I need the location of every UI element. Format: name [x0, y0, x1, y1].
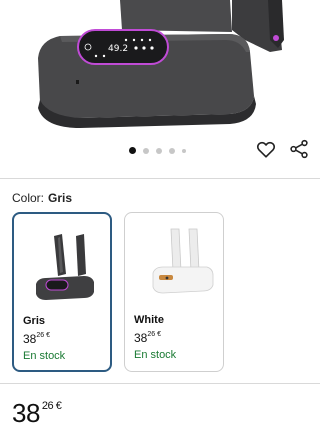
- section-divider: [0, 383, 320, 384]
- variant-price: 3826 €: [23, 332, 50, 346]
- share-icon: [290, 139, 308, 159]
- variant-stock-status: En stock: [134, 349, 177, 361]
- section-divider: [0, 178, 320, 179]
- product-image[interactable]: 49.2: [0, 0, 320, 135]
- carousel-pagination[interactable]: [129, 147, 186, 154]
- share-button[interactable]: [288, 138, 310, 160]
- carousel-dot[interactable]: [156, 147, 162, 154]
- variant-card-white[interactable]: White 3826 € En stock: [124, 212, 224, 372]
- variant-stock-status: En stock: [23, 350, 66, 362]
- color-selected-value: Gris: [48, 191, 73, 205]
- price-cents: 26 €: [41, 400, 62, 412]
- carousel-dot[interactable]: [182, 148, 186, 153]
- variant-price-cents: 26 €: [147, 331, 161, 338]
- variant-name: White: [134, 314, 164, 326]
- carousel-dot[interactable]: [129, 147, 136, 154]
- variant-thumbnail-white: [152, 228, 214, 294]
- variant-price-int: 38: [23, 332, 37, 346]
- color-selector-label: Color: Gris: [12, 191, 72, 205]
- product-price: 38 26 €: [12, 398, 62, 429]
- display-readout: 49.2: [108, 44, 128, 54]
- variant-price: 3826 €: [134, 331, 161, 345]
- carousel-dot[interactable]: [143, 147, 149, 154]
- product-image-svg: 49.2: [38, 0, 284, 128]
- variant-thumbnail-gris: [36, 234, 94, 300]
- wishlist-button[interactable]: [255, 138, 277, 160]
- heart-outline-icon: [256, 141, 276, 158]
- variant-price-int: 38: [134, 331, 148, 345]
- price-integer: 38: [12, 398, 40, 428]
- color-label: Color:: [12, 191, 45, 205]
- variant-price-cents: 26 €: [36, 332, 50, 339]
- carousel-dot[interactable]: [169, 147, 175, 154]
- variant-card-gris[interactable]: Gris 3826 € En stock: [12, 212, 112, 372]
- variant-name: Gris: [23, 315, 46, 327]
